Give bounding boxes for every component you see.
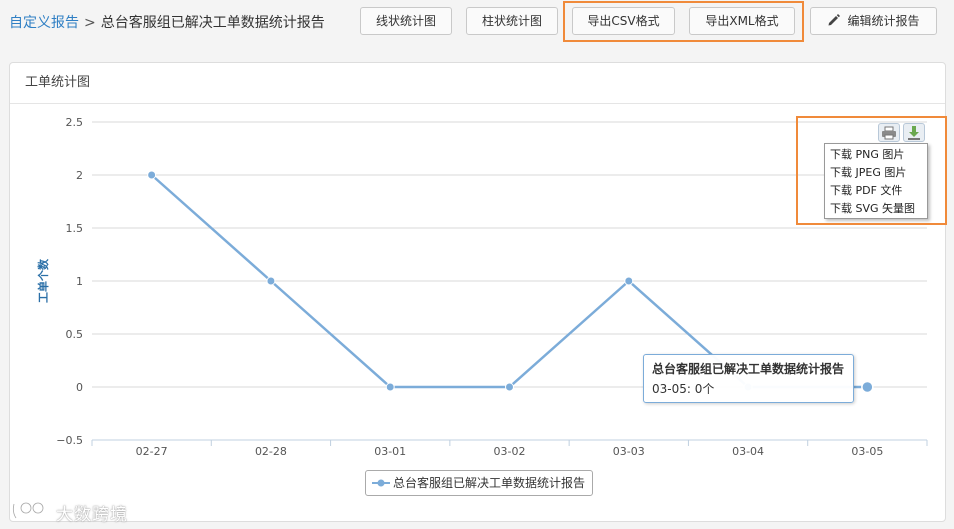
- watermark-text: 大数跨境: [56, 505, 128, 525]
- data-point: [505, 382, 514, 392]
- tooltip-body: 03-05: 0个: [652, 382, 715, 396]
- watermark-logo-icon: [12, 501, 45, 519]
- x-tick-label: 02-28: [255, 445, 287, 458]
- y-tick-label: −0.5: [56, 434, 83, 447]
- chart-tooltip: 总台客服组已解决工单数据统计报告 03-05: 0个: [643, 354, 854, 403]
- y-tick-label: 1.5: [66, 222, 84, 235]
- y-axis-title: 工单个数: [36, 258, 50, 303]
- y-tick-label: 1: [76, 275, 83, 288]
- x-tick-label: 03-04: [732, 445, 764, 458]
- data-point: [147, 170, 157, 180]
- export-menu-highlight-box: [796, 116, 947, 225]
- line-chart: −0.5 0 0.5 1 1.5 2 2.5 02-27 02-28 03-01 03-02 03-0…: [36, 116, 928, 458]
- watermark: 大数跨境: [10, 500, 127, 526]
- y-tick-label: 0: [76, 381, 83, 394]
- x-tick-label: 03-03: [613, 445, 645, 458]
- chart-legend-item[interactable]: 总台客服组已解决工单数据统计报告: [365, 470, 593, 496]
- legend-marker-icon: [372, 479, 390, 487]
- legend-label: 总台客服组已解决工单数据统计报告: [393, 476, 586, 490]
- data-point: [861, 380, 874, 394]
- y-tick-label: 2: [76, 169, 83, 182]
- x-tick-label: 03-02: [494, 445, 526, 458]
- data-point: [385, 382, 395, 392]
- data-point: [624, 276, 634, 286]
- x-tick-label: 03-01: [374, 445, 406, 458]
- y-tick-label: 0.5: [66, 328, 84, 341]
- data-point: [266, 276, 276, 286]
- y-tick-label: 2.5: [66, 116, 84, 129]
- x-tick-label: 03-05: [851, 445, 883, 458]
- x-tick-label: 02-27: [136, 445, 168, 458]
- tooltip-title: 总台客服组已解决工单数据统计报告: [652, 362, 845, 376]
